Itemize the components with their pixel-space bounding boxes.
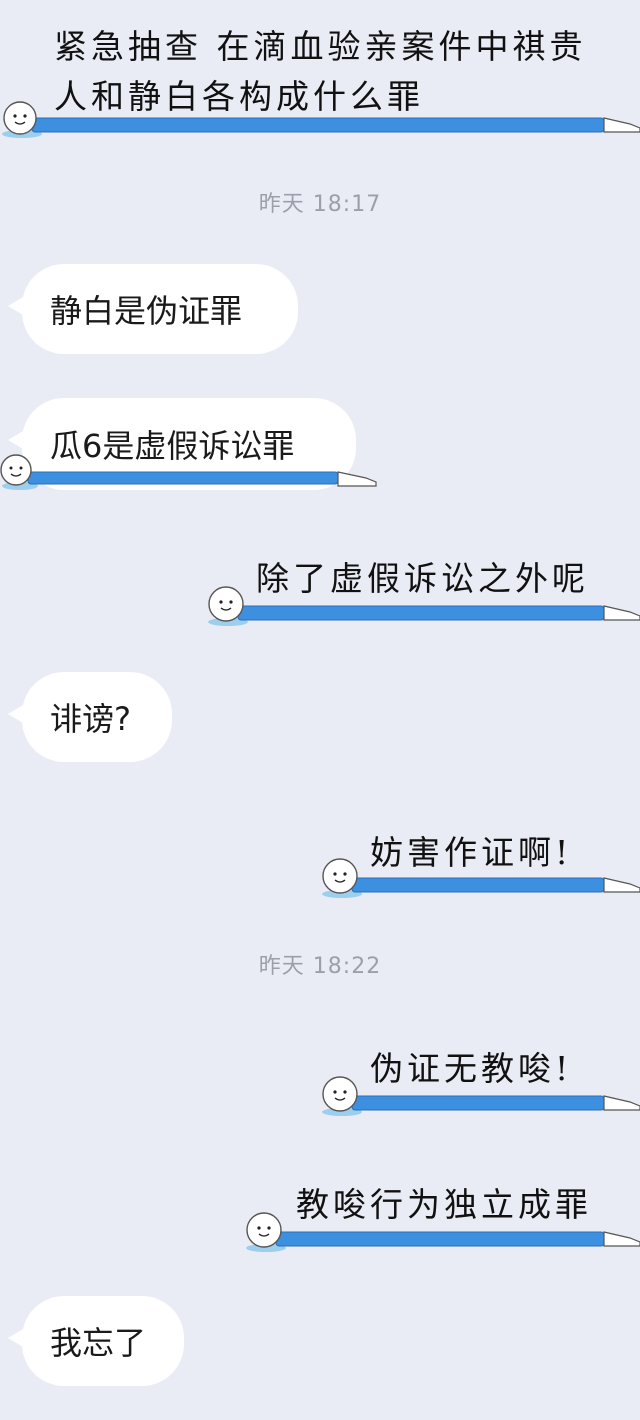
- message-bubble-incoming: 静白是伪证罪: [8, 264, 298, 354]
- lying-doll-icon: [0, 454, 377, 490]
- bubble-tail: [8, 1326, 28, 1350]
- message-text: 静白是伪证罪: [50, 292, 243, 330]
- message-bubble-incoming: 我忘了: [8, 1296, 184, 1386]
- message-1-line-1: 紧急抽查 在滴血验亲案件中祺贵: [54, 27, 587, 66]
- message-bubble-incoming: 诽谤?: [8, 672, 172, 762]
- lying-doll-icon: [322, 1076, 640, 1116]
- lying-doll-icon: [246, 1212, 640, 1252]
- message-text: 诽谤?: [50, 700, 131, 738]
- timestamp: 昨天 18:17: [258, 192, 382, 217]
- bubble-tail: [8, 428, 28, 452]
- lying-doll-icon: [322, 858, 640, 898]
- bubble-tail: [8, 702, 28, 726]
- lying-doll-icon: [2, 101, 640, 138]
- lying-doll-icon: [208, 586, 640, 626]
- message-text: 我忘了: [50, 1324, 147, 1362]
- timestamp: 昨天 18:22: [258, 954, 382, 979]
- bubble-tail: [8, 294, 28, 318]
